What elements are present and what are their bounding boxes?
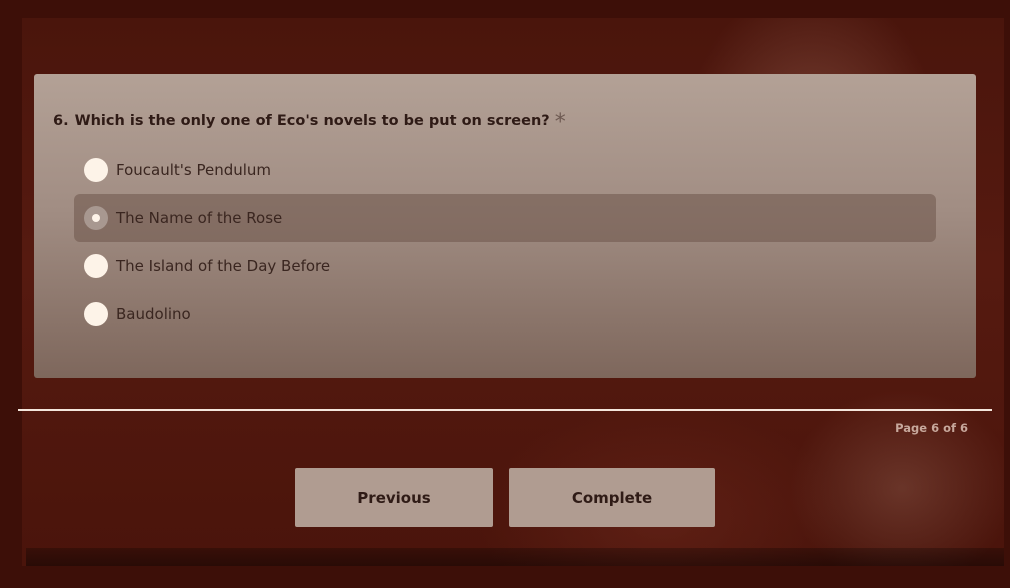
- option-the-name-of-the-rose[interactable]: The Name of the Rose: [74, 194, 936, 242]
- option-label: The Name of the Rose: [116, 209, 283, 227]
- option-baudolino[interactable]: Baudolino: [74, 290, 936, 338]
- radio-empty-icon[interactable]: [84, 302, 108, 326]
- survey-page: 6. Which is the only one of Eco's novels…: [0, 0, 1010, 588]
- background-shadow: [26, 548, 1004, 566]
- option-the-island-of-the-day-before[interactable]: The Island of the Day Before: [74, 242, 936, 290]
- radio-checked-icon[interactable]: [84, 206, 108, 230]
- previous-button[interactable]: Previous: [295, 468, 493, 527]
- option-label: The Island of the Day Before: [116, 257, 331, 275]
- progress-divider: [18, 409, 992, 411]
- question-number: 6.: [53, 112, 69, 129]
- required-asterisk-icon: *: [554, 110, 566, 135]
- question-card: 6. Which is the only one of Eco's novels…: [34, 74, 976, 378]
- question-text: Which is the only one of Eco's novels to…: [74, 112, 550, 129]
- page-indicator: Page 6 of 6: [895, 421, 968, 435]
- question-title: 6. Which is the only one of Eco's novels…: [53, 108, 566, 135]
- radio-empty-icon[interactable]: [84, 254, 108, 278]
- option-label: Foucault's Pendulum: [116, 161, 272, 179]
- radio-dot-icon: [92, 214, 100, 222]
- radio-empty-icon[interactable]: [84, 158, 108, 182]
- option-label: Baudolino: [116, 305, 191, 323]
- complete-button[interactable]: Complete: [509, 468, 715, 527]
- option-foucaults-pendulum[interactable]: Foucault's Pendulum: [74, 146, 936, 194]
